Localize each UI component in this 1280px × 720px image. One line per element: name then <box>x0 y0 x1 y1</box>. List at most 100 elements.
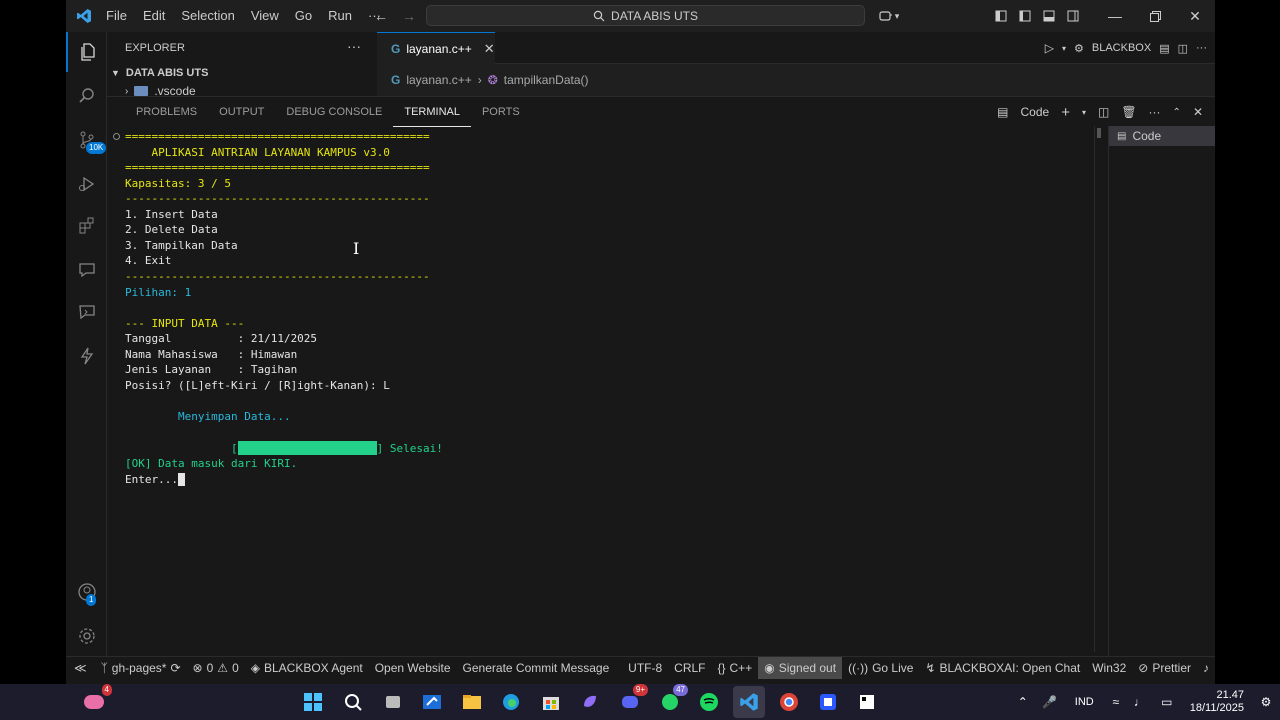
more-actions-icon[interactable]: ··· <box>1196 42 1207 54</box>
toggle-panel-icon[interactable] <box>1037 0 1061 32</box>
microphone-icon[interactable]: 🎤 <box>1035 686 1065 718</box>
app-blue-icon[interactable] <box>812 686 844 718</box>
accounts-icon[interactable]: 1 <box>66 572 107 612</box>
explorer-more-icon[interactable]: ··· <box>347 38 361 54</box>
edge-icon[interactable] <box>495 686 527 718</box>
vscode-taskbar-icon[interactable] <box>733 686 765 718</box>
menu-run[interactable]: Run <box>320 0 360 32</box>
maximize-panel-icon[interactable]: ⌃ <box>1173 107 1181 118</box>
battery-icon[interactable]: ▭ <box>1152 686 1182 718</box>
wifi-icon[interactable]: ≈ <box>1104 686 1128 718</box>
gear-icon[interactable]: ⚙ <box>1074 42 1084 55</box>
tab-terminal[interactable]: TERMINAL <box>393 97 471 127</box>
menu-edit[interactable]: Edit <box>135 0 173 32</box>
blackbox-label[interactable]: BLACKBOX <box>1092 42 1151 54</box>
volume-icon[interactable]: ♩ <box>1128 686 1152 718</box>
split-editor-icon[interactable]: ◫ <box>1178 42 1188 55</box>
layout-customize-icon[interactable] <box>989 0 1013 32</box>
new-terminal-icon[interactable]: + <box>1061 104 1070 121</box>
lightning-icon[interactable] <box>66 336 107 376</box>
weather-widget-icon[interactable]: 4 <box>78 684 112 718</box>
windows-start-icon[interactable] <box>297 686 329 718</box>
menu-file[interactable]: File <box>98 0 135 32</box>
forward-arrow-icon[interactable]: → <box>402 8 416 24</box>
menu-go[interactable]: Go <box>287 0 320 32</box>
task-view-icon[interactable] <box>377 686 409 718</box>
close-window-icon[interactable]: ✕ <box>1175 0 1215 32</box>
input-language[interactable]: IND <box>1065 696 1104 708</box>
spotify-icon[interactable] <box>693 686 725 718</box>
split-terminal-icon[interactable]: ◫ <box>1098 105 1109 119</box>
workspace-folder[interactable]: ▼ DATA ABIS UTS <box>111 67 208 79</box>
whatsapp-icon[interactable]: 47 <box>654 684 688 718</box>
close-panel-icon[interactable]: ✕ <box>1193 105 1203 119</box>
toggle-secondary-sidebar-icon[interactable] <box>1061 0 1085 32</box>
command-center-search[interactable]: DATA ABIS UTS <box>426 5 865 26</box>
signed-out-item[interactable]: ◉ Signed out <box>758 656 843 679</box>
extensions-icon[interactable] <box>66 206 107 246</box>
explorer-icon[interactable] <box>66 32 107 72</box>
terminal-name[interactable]: Code <box>1021 105 1050 119</box>
chevron-down-icon[interactable]: ▾ <box>1082 108 1086 117</box>
language-item[interactable]: {} C++ <box>712 657 759 679</box>
eol-item[interactable]: CRLF <box>668 657 711 679</box>
terminal-line: Kapasitas: 3 / 5 <box>125 177 231 190</box>
tab-problems[interactable]: PROBLEMS <box>125 97 208 127</box>
breadcrumb-symbol[interactable]: tampilkanData() <box>504 73 589 87</box>
store-icon[interactable] <box>535 686 567 718</box>
whatsapp-badge: 47 <box>673 684 688 696</box>
terminal-scrollbar[interactable] <box>1094 126 1104 652</box>
taskbar-search-icon[interactable] <box>337 686 369 718</box>
tab-output[interactable]: OUTPUT <box>208 97 275 127</box>
branch-label: gh-pages* <box>111 660 167 675</box>
problems-item[interactable]: ⊗ 0 ⚠ 0 <box>187 657 245 679</box>
restore-icon[interactable] <box>1135 0 1175 32</box>
branch-item[interactable]: ᛉ gh-pages* ⟳ <box>95 657 187 679</box>
app-misc-icon[interactable] <box>851 686 883 718</box>
scrollbar-thumb[interactable] <box>1097 128 1101 138</box>
copilot-app-icon[interactable] <box>574 686 606 718</box>
more-actions-icon[interactable]: ··· <box>1149 105 1161 119</box>
menu-selection[interactable]: Selection <box>173 0 242 32</box>
generate-commit-item[interactable]: Generate Commit Message <box>457 657 616 679</box>
back-arrow-icon[interactable]: ← <box>374 8 388 24</box>
trash-icon[interactable]: 🗑 <box>1121 105 1136 119</box>
remote-icon[interactable]: ≪ <box>66 657 95 679</box>
tab-layanan[interactable]: G layanan.c++ ✕ <box>377 32 495 64</box>
blackbox-chat-icon[interactable] <box>66 292 107 332</box>
blackbox-agent-item[interactable]: ◈ BLACKBOX Agent <box>245 657 369 679</box>
file-explorer-icon[interactable] <box>456 686 488 718</box>
source-control-icon[interactable]: 10K <box>66 120 107 160</box>
copilot-icon[interactable]: ▾ <box>874 0 904 32</box>
menu-view[interactable]: View <box>243 0 287 32</box>
clock[interactable]: 21.47 18/11/2025 <box>1182 689 1252 715</box>
chrome-icon[interactable] <box>773 686 805 718</box>
cpp-file-icon: G <box>391 73 401 87</box>
tab-debug-console[interactable]: DEBUG CONSOLE <box>275 97 393 127</box>
chevron-down-icon[interactable]: ▾ <box>1062 44 1066 53</box>
notification-icon[interactable]: ⚙ <box>1252 686 1280 718</box>
toggle-sidebar-icon[interactable] <box>1013 0 1037 32</box>
settings-gear-icon[interactable] <box>66 616 107 656</box>
encoding-item[interactable]: UTF-8 <box>622 657 668 679</box>
close-tab-icon[interactable]: ✕ <box>484 41 495 57</box>
terminal-output[interactable]: ========================================… <box>113 129 1095 649</box>
tab-ports[interactable]: PORTS <box>471 97 531 127</box>
breadcrumb-file[interactable]: layanan.c++ <box>406 73 471 87</box>
search-view-icon[interactable] <box>66 76 107 116</box>
go-live-item[interactable]: ((·)) Go Live <box>842 657 919 679</box>
platform-item[interactable]: Win32 <box>1086 657 1132 679</box>
run-icon[interactable]: ▷ <box>1045 41 1054 55</box>
minimize-icon[interactable]: — <box>1095 0 1135 32</box>
notifications-bell-icon[interactable]: ♪ <box>1197 657 1215 679</box>
terminal-list-item[interactable]: ▤ Code <box>1109 126 1215 146</box>
discord-icon[interactable]: 9+ <box>614 684 648 718</box>
chat-icon[interactable] <box>66 250 107 290</box>
visual-studio-icon[interactable] <box>416 686 448 718</box>
open-chat-icon[interactable]: ▤ <box>1159 42 1169 55</box>
prettier-item[interactable]: ⊘ Prettier <box>1132 657 1197 679</box>
blackbox-chat-item[interactable]: ↯ BLACKBOXAI: Open Chat <box>919 657 1086 679</box>
run-debug-icon[interactable] <box>66 164 107 204</box>
open-website-item[interactable]: Open Website <box>369 657 457 679</box>
chevron-up-icon[interactable]: ⌃ <box>1011 686 1035 718</box>
